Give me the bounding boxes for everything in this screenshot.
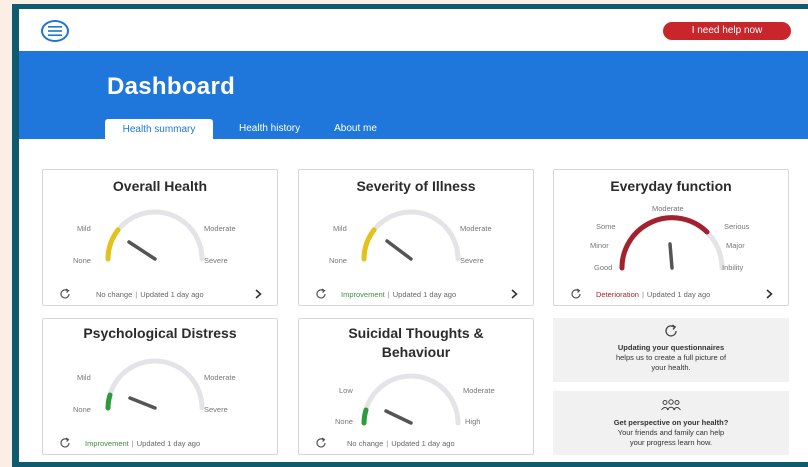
info-title: Updating your questionnaires bbox=[617, 343, 725, 352]
gauge-label-major: Major bbox=[726, 241, 745, 250]
gauge-label-left-bottom: None bbox=[73, 405, 91, 414]
app-window: I need help now Dashboard Health summary… bbox=[19, 9, 808, 462]
card-footer: No change | Updated 1 day ago bbox=[43, 288, 277, 302]
gauge-label-right-top: Moderate bbox=[460, 224, 492, 233]
card-severity-of-illness[interactable]: Severity of Illness Mild None Moderate S… bbox=[298, 169, 534, 306]
updated-text: Updated 1 day ago bbox=[391, 439, 455, 448]
chevron-right-icon[interactable] bbox=[765, 288, 774, 300]
tab-about-me[interactable]: About me bbox=[320, 119, 391, 141]
card-title: Everyday function bbox=[610, 178, 732, 194]
gauge-label-serious: Serious bbox=[724, 222, 750, 231]
card-footer: Improvement | Updated 1 day ago bbox=[299, 288, 533, 302]
tab-bar: Health summary Health history About me bbox=[105, 119, 391, 141]
people-icon bbox=[661, 399, 681, 411]
card-title-line-2: Behaviour bbox=[381, 344, 451, 360]
card-overall-health[interactable]: Overall Health Mild None Moderate Severe… bbox=[42, 169, 278, 306]
status-text: Deterioration bbox=[596, 290, 639, 299]
gauge-label-top: Moderate bbox=[652, 204, 684, 213]
status-text: Improvement bbox=[341, 290, 385, 299]
card-footer: Deterioration | Updated 1 day ago bbox=[554, 288, 788, 302]
help-now-button[interactable]: I need help now bbox=[663, 22, 791, 40]
card-footer: Improvement | Updated 1 day ago bbox=[43, 437, 277, 451]
updated-text: Updated 1 day ago bbox=[140, 290, 204, 299]
chevron-right-icon[interactable] bbox=[254, 288, 263, 300]
chevron-right-icon[interactable] bbox=[510, 288, 519, 300]
gauge-label-good: Good bbox=[594, 263, 613, 272]
refresh-icon[interactable] bbox=[315, 437, 327, 449]
info-body-line-1: helps us to create a full picture of bbox=[615, 353, 727, 362]
card-title: Severity of Illness bbox=[356, 178, 476, 194]
suicidal-thoughts-gauge bbox=[361, 373, 461, 426]
menu-button[interactable] bbox=[41, 20, 69, 42]
gauge-label-right-top: Moderate bbox=[204, 224, 236, 233]
gauge-label-some: Some bbox=[596, 222, 616, 231]
gauge-label-right-bottom: Severe bbox=[460, 256, 484, 265]
info-get-perspective[interactable]: Get perspective on your health? Your fri… bbox=[553, 391, 789, 455]
severity-gauge bbox=[361, 209, 461, 262]
hamburger-icon bbox=[48, 26, 62, 36]
top-bar: I need help now bbox=[19, 9, 808, 51]
page-title: Dashboard bbox=[107, 73, 236, 100]
gauge-label-inbility: Inbility bbox=[722, 263, 744, 272]
updated-text: Updated 1 day ago bbox=[136, 439, 201, 448]
card-title: Overall Health bbox=[112, 178, 208, 194]
gauge-label-left-top: Low bbox=[339, 386, 353, 395]
updated-text: Updated 1 day ago bbox=[392, 290, 457, 299]
gauge-label-left-bottom: None bbox=[329, 256, 347, 265]
info-body-line-1: Your friends and family can help bbox=[617, 428, 725, 437]
gauge-label-left-top: Mild bbox=[77, 373, 91, 382]
overall-health-gauge bbox=[105, 209, 205, 262]
info-update-questionnaires[interactable]: Updating your questionnaires helps us to… bbox=[553, 318, 789, 382]
gauge-label-left-bottom: None bbox=[73, 256, 91, 265]
gauge-label-left-top: Mild bbox=[77, 224, 91, 233]
gauge-label-right-top: Moderate bbox=[204, 373, 236, 382]
tab-health-history[interactable]: Health history bbox=[225, 119, 314, 141]
refresh-icon[interactable] bbox=[315, 288, 327, 300]
status-text: No change bbox=[96, 290, 133, 299]
gauge-label-right-bottom: Severe bbox=[204, 405, 228, 414]
card-suicidal-thoughts[interactable]: Suicidal Thoughts & Behaviour Low None M… bbox=[298, 318, 534, 455]
card-title: Psychological Distress bbox=[83, 325, 237, 341]
gauge-label-left-bottom: None bbox=[335, 417, 353, 426]
status-text: Improvement bbox=[85, 439, 129, 448]
info-title: Get perspective on your health? bbox=[613, 418, 729, 427]
refresh-icon[interactable] bbox=[59, 437, 71, 449]
card-everyday-function[interactable]: Everyday function Moderate Some Minor Go… bbox=[553, 169, 789, 306]
gauge-label-right-top: Moderate bbox=[463, 386, 495, 395]
gauge-label-right-bottom: Severe bbox=[204, 256, 228, 265]
card-footer: No change | Updated 1 day ago bbox=[299, 437, 533, 451]
gauge-label-left-top: Mild bbox=[333, 224, 347, 233]
gauge-label-right-bottom: High bbox=[465, 417, 481, 426]
dashboard-header: Dashboard Health summary Health history … bbox=[19, 51, 808, 141]
refresh-icon[interactable] bbox=[59, 288, 71, 300]
updated-text: Updated 1 day ago bbox=[646, 290, 711, 299]
gauge-label-minor: Minor bbox=[590, 241, 609, 250]
psychological-distress-gauge bbox=[105, 358, 205, 411]
card-psychological-distress[interactable]: Psychological Distress Mild None Moderat… bbox=[42, 318, 278, 455]
info-body-line-2: your progress learn how. bbox=[629, 438, 713, 447]
refresh-icon[interactable] bbox=[570, 288, 582, 300]
tab-health-summary[interactable]: Health summary bbox=[105, 119, 213, 141]
refresh-icon bbox=[665, 324, 677, 337]
info-body-line-2: your health. bbox=[651, 363, 691, 372]
card-title: Suicidal Thoughts & bbox=[348, 325, 484, 341]
status-text: No change bbox=[347, 439, 384, 448]
everyday-function-gauge bbox=[619, 215, 725, 271]
